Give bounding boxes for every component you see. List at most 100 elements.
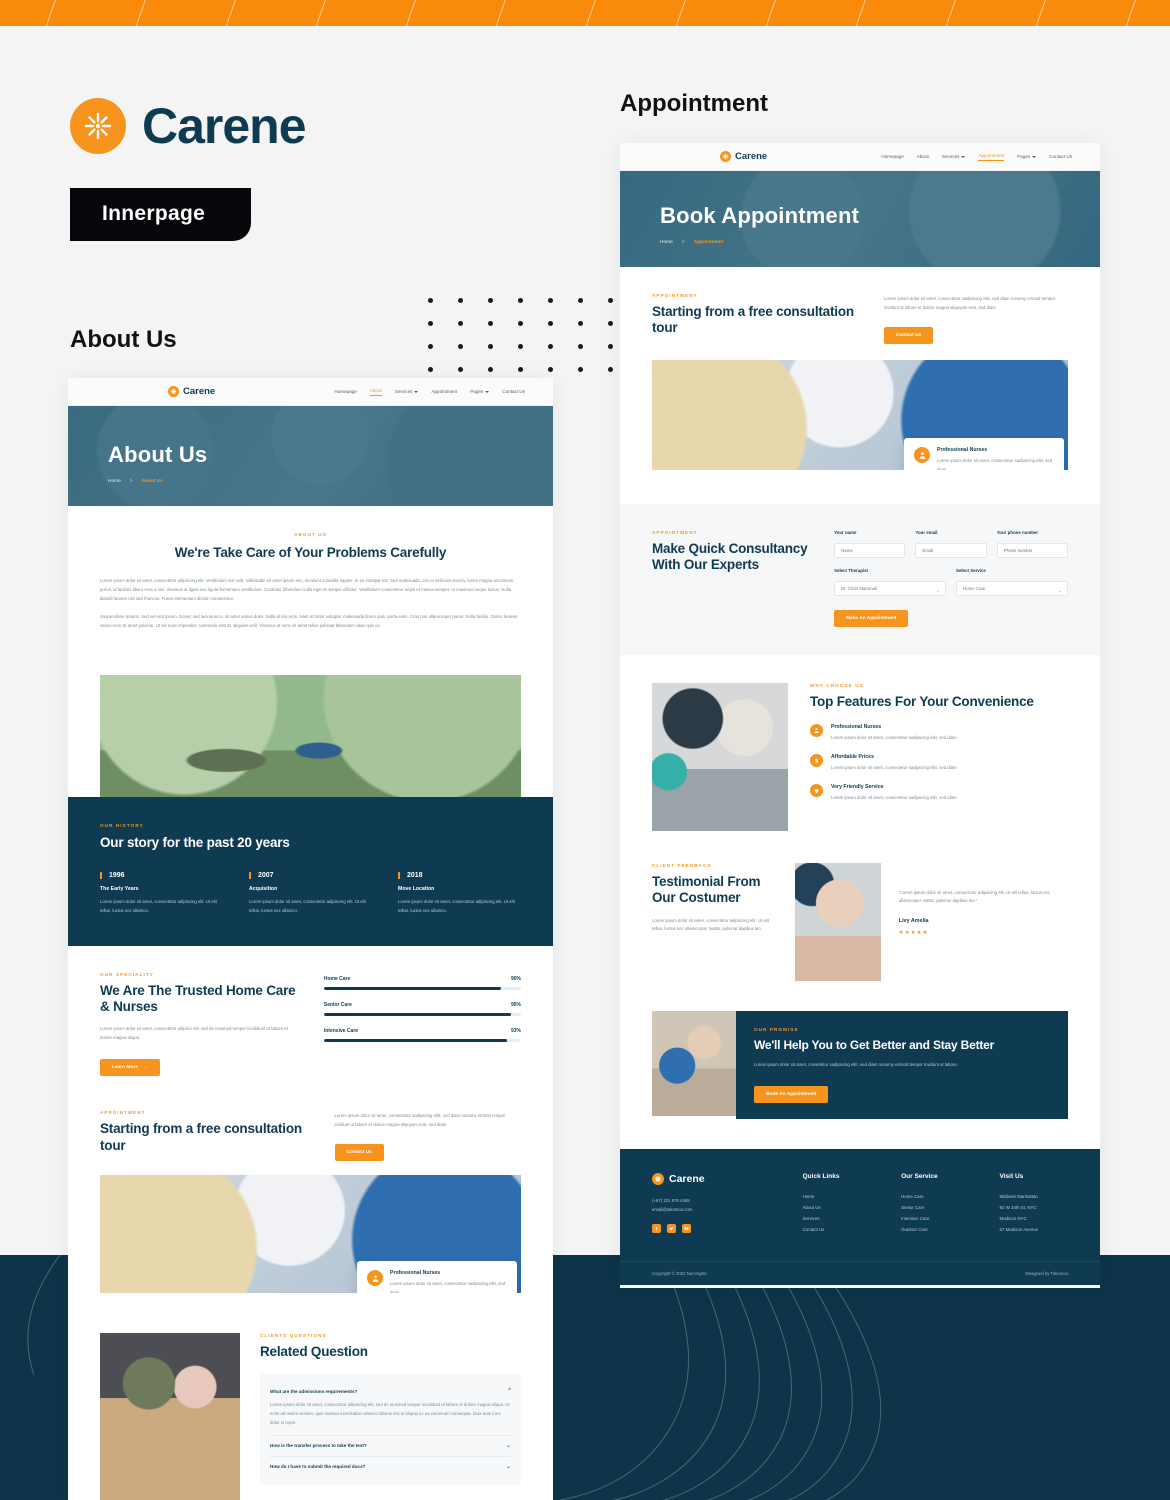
footer-logo[interactable]: Carene: [652, 1173, 773, 1186]
consultation-text: Lorem ipsum dolor sit amet, consectetur …: [884, 296, 1055, 310]
chevron-down-icon[interactable]: ⌄: [506, 1464, 511, 1470]
phone-input[interactable]: [996, 542, 1069, 558]
faq-question: How do I have to submit the required doc…: [270, 1464, 366, 1469]
promise-photo: [652, 1010, 736, 1116]
grid-dot: [608, 321, 613, 326]
contact-us-button[interactable]: Contact Us: [884, 326, 934, 344]
nurse-icon: [914, 447, 930, 463]
breadcrumb-home[interactable]: Home: [660, 240, 673, 245]
nav-item-homepage[interactable]: Homepage: [881, 154, 903, 159]
nav-logo-text: Carene: [183, 386, 216, 397]
nav-logo[interactable]: Carene: [720, 151, 767, 162]
nav-item-contact-us[interactable]: Contact Us: [502, 389, 525, 394]
skill-value: 90%: [510, 975, 521, 982]
testimonial-section: CLIENT FEEDBACK Testimonial From Our Cos…: [620, 853, 1100, 1003]
nav-item-homepage[interactable]: Homepage: [334, 389, 356, 394]
faq-item[interactable]: What are the admissions requirements? ^ …: [270, 1381, 511, 1436]
therapist-select[interactable]: Dr. Chris Masonati: [834, 580, 947, 596]
footer-phone[interactable]: (+67) 221 876 4468: [652, 1196, 773, 1205]
facebook-icon[interactable]: [652, 1223, 661, 1233]
nav-item-about[interactable]: About: [917, 154, 929, 159]
nav-item-pages[interactable]: Pages: [1017, 154, 1037, 159]
skill-bar: Senior Care 95%: [323, 1001, 521, 1016]
chevron-up-icon[interactable]: ^: [508, 1388, 511, 1394]
nav-item-about[interactable]: About: [369, 388, 382, 396]
contact-us-button[interactable]: Contact Us: [334, 1143, 384, 1161]
email-input[interactable]: [915, 542, 987, 558]
breadcrumb-home[interactable]: Home: [108, 479, 121, 484]
nav-item-services[interactable]: Services: [395, 389, 419, 394]
footer-link[interactable]: Contact Us: [803, 1224, 871, 1235]
feature-item: $ Affordable Prices Lorem ipsum dolor si…: [810, 753, 1068, 773]
breadcrumb-separator: >: [129, 479, 133, 484]
nav-item-appointment[interactable]: Appointment: [431, 389, 457, 394]
nav-links: Homepage About Services Appointment Page…: [334, 388, 525, 396]
section-eyebrow: OUR SPECIALITY: [100, 971, 154, 977]
footer-email[interactable]: email@tokomoo.com: [652, 1205, 773, 1214]
section-title: Top Features For Your Convenience: [810, 693, 1034, 709]
feature-text: Lorem ipsum dolor sit amet, consectetur …: [831, 764, 957, 770]
chevron-down-icon[interactable]: ⌄: [506, 1443, 511, 1449]
footer-link[interactable]: Home: [803, 1191, 871, 1202]
footer-link[interactable]: Senior Care: [901, 1202, 969, 1213]
related-question-section: CLIENTS QUESTIONS Related Question What …: [68, 1293, 553, 1500]
chevron-down-icon: [414, 390, 419, 393]
appointment-page-mockup: Carene Homepage About Services Appointme…: [620, 143, 1100, 1288]
grid-dot: [458, 367, 463, 372]
appointment-form: Your name Your email Your phone number S…: [834, 530, 1069, 627]
card-text: Lorem ipsum dolor sit amet, consectetur …: [390, 1281, 506, 1293]
card-title: Professional Nurses: [390, 1270, 441, 1277]
nav-logo-text: Carene: [735, 151, 768, 162]
timeline-text: Lorem ipsum dolor sit amet, consectetur …: [249, 898, 366, 913]
footer-link[interactable]: Intensive Care: [901, 1213, 969, 1224]
footer-address-line: 92 W 34th St, NYC: [999, 1205, 1037, 1211]
faq-question: How is the transfer process to take the …: [270, 1443, 367, 1448]
nurse-icon: [367, 1270, 383, 1287]
name-input[interactable]: [834, 542, 906, 558]
nav-item-services[interactable]: Services: [942, 154, 966, 159]
sunburst-icon: [720, 151, 731, 162]
section-eyebrow: CLIENTS QUESTIONS: [260, 1332, 327, 1338]
section-eyebrow: APPOINTMENT: [100, 1110, 146, 1116]
learn-more-button[interactable]: Learn More →: [100, 1059, 160, 1077]
faq-accordion: What are the admissions requirements? ^ …: [260, 1373, 521, 1485]
top-orange-banner: [0, 0, 1170, 26]
nav-item-contact-us[interactable]: Contact Us: [1049, 154, 1072, 159]
section-eyebrow: OUR HISTORY: [100, 823, 144, 829]
section-title: Starting from a free consultation tour: [652, 304, 854, 336]
section-title: Our story for the past 20 years: [100, 835, 290, 851]
footer-column-heading: Our Service: [901, 1173, 938, 1181]
timeline-year: 1996: [100, 871, 223, 879]
skill-name: Intensive Care: [323, 1027, 359, 1034]
book-an-appointment-button[interactable]: Book An Appointment: [754, 1086, 829, 1104]
skill-value: 93%: [510, 1027, 521, 1034]
select-therapist-label: Select Therapist: [834, 567, 868, 573]
skill-bars: Home Care 90% Senior Care 95% Intensive …: [323, 972, 521, 1077]
twitter-icon[interactable]: [667, 1223, 676, 1233]
youtube-icon[interactable]: [682, 1223, 691, 1233]
feature-title: Professional Nurses: [831, 724, 882, 731]
footer-address-line: Madison NYC: [999, 1216, 1027, 1222]
our-speciality-section: OUR SPECIALITY We Are The Trusted Home C…: [68, 946, 553, 1087]
nav-logo[interactable]: Carene: [168, 386, 215, 397]
faq-item[interactable]: How do I have to submit the required doc…: [270, 1457, 511, 1477]
feature-title: Affordable Prices: [831, 753, 874, 760]
history-timeline: 1996 The Early Years Lorem ipsum dolor s…: [100, 871, 521, 916]
appointment-form-section: APPOINTMENT Make Quick Consultancy With …: [620, 503, 1100, 655]
footer-link[interactable]: Home Care: [901, 1191, 969, 1202]
faq-item[interactable]: How is the transfer process to take the …: [270, 1436, 511, 1457]
service-select[interactable]: Home Care: [956, 580, 1069, 596]
footer-link[interactable]: About Us: [803, 1202, 871, 1213]
footer-link[interactable]: Services: [803, 1213, 871, 1224]
make-an-appointment-button[interactable]: Make An Appointment: [834, 609, 909, 627]
nav-item-pages[interactable]: Pages: [470, 389, 490, 394]
chevron-down-icon: [485, 390, 490, 393]
nav-item-appointment[interactable]: Appointment: [978, 153, 1005, 161]
footer-link[interactable]: Outdoor Care: [901, 1224, 969, 1235]
grid-dot: [428, 367, 433, 372]
section-eyebrow: CLIENT FEEDBACK: [652, 862, 712, 868]
feature-text: Lorem ipsum dolor sit amet, consectetur …: [831, 794, 957, 800]
footer-column-heading: Quick Links: [802, 1173, 840, 1181]
skill-value: 95%: [510, 1001, 521, 1008]
grid-dot: [548, 321, 553, 326]
